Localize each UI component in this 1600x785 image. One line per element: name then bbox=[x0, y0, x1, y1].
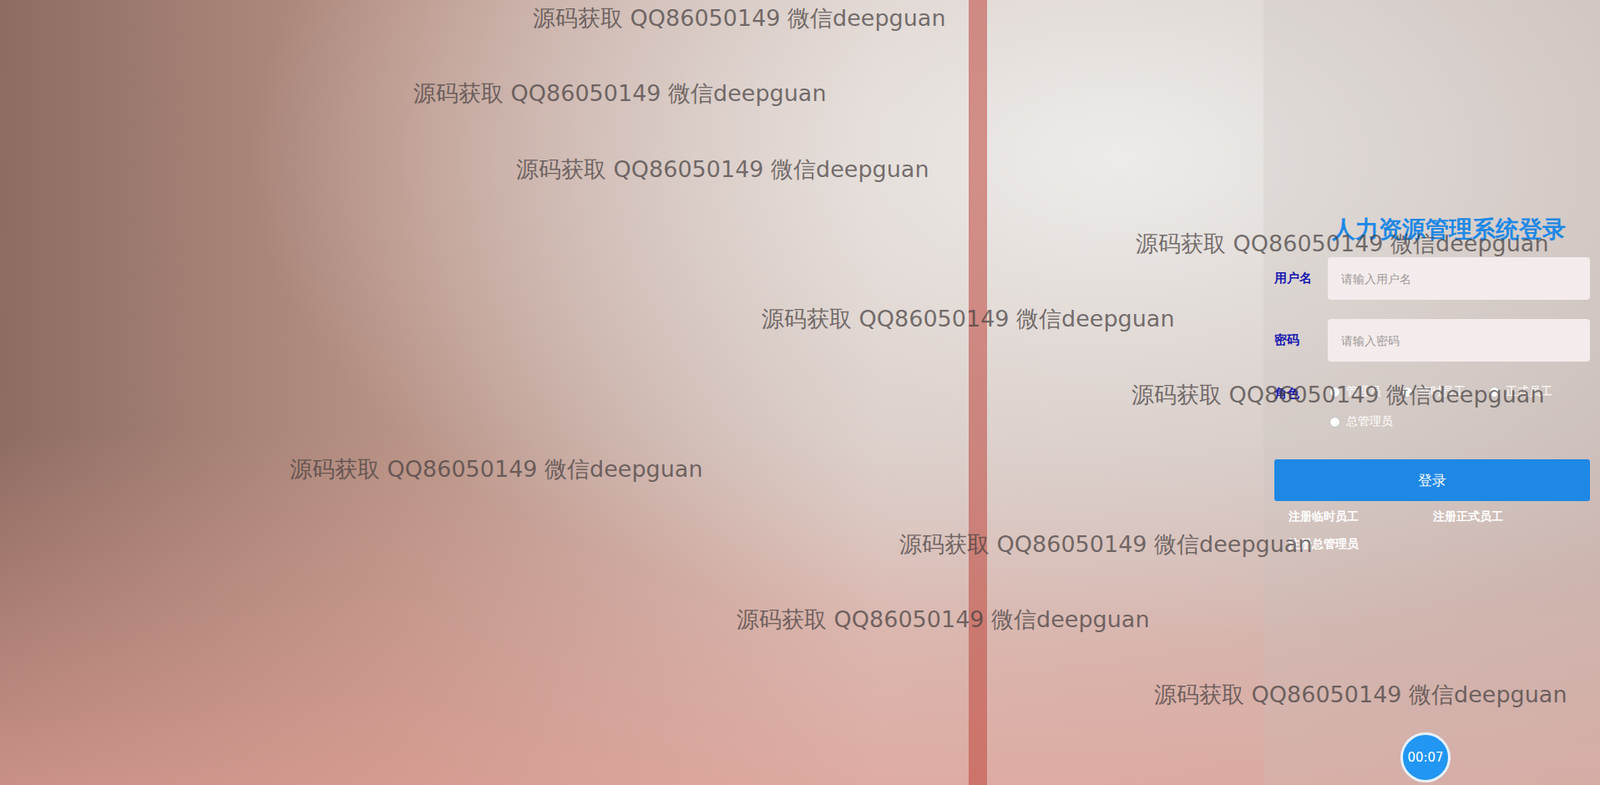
role-option[interactable]: 管理员 bbox=[1329, 384, 1403, 400]
login-title: 人力资源管理系统登录 bbox=[1274, 213, 1590, 246]
watermark: 源码获取 QQ86050149 微信deepguan bbox=[1154, 683, 1568, 706]
role-option[interactable]: 总管理员 bbox=[1329, 414, 1403, 430]
form-row: 密码 bbox=[1274, 318, 1590, 362]
role-options: 管理员 临时员工 正式员工总管理员 bbox=[1327, 384, 1590, 430]
register-link[interactable]: 注册正式员工 bbox=[1432, 509, 1578, 525]
radio-button[interactable] bbox=[1329, 386, 1341, 398]
watermark: 源码获取 QQ86050149 微信deepguan bbox=[1131, 383, 1545, 406]
watermark-layer: 源码获取 QQ86050149 微信deepguan 源码获取 QQ8605014… bbox=[0, 0, 1600, 785]
username-input[interactable] bbox=[1327, 257, 1590, 300]
field-label: 密码 bbox=[1274, 332, 1328, 349]
role-option-label: 正式员工 bbox=[1505, 384, 1553, 400]
role-row: 角色 管理员 临时员工 正式员工总管理员 bbox=[1274, 384, 1590, 430]
role-option[interactable]: 临时员工 bbox=[1402, 384, 1489, 400]
watermark: 源码获取 QQ86050149 微信deepguan bbox=[761, 307, 1175, 330]
role-option-label: 总管理员 bbox=[1346, 414, 1393, 430]
radio-button[interactable] bbox=[1329, 416, 1341, 428]
role-option[interactable]: 正式员工 bbox=[1488, 384, 1581, 400]
form-row: 用户名 bbox=[1274, 257, 1590, 300]
radio-button[interactable] bbox=[1402, 386, 1413, 398]
role-label: 角色 bbox=[1274, 384, 1328, 402]
role-option-label: 管理员 bbox=[1346, 384, 1382, 400]
register-link[interactable]: 注册总管理员 bbox=[1288, 536, 1433, 552]
watermark: 源码获取 QQ86050149 微信deepguan bbox=[413, 81, 827, 105]
watermark: 源码获取 QQ86050149 微信deepguan bbox=[532, 6, 947, 30]
role-option-label: 临时员工 bbox=[1418, 384, 1466, 400]
register-link[interactable]: 注册临时员工 bbox=[1288, 509, 1433, 525]
watermark: 源码获取 QQ86050149 微信deepguan bbox=[899, 532, 1313, 556]
watermark: 源码获取 QQ86050149 微信deepguan bbox=[289, 457, 704, 481]
background-photo bbox=[0, 0, 1264, 785]
watermark: 源码获取 QQ86050149 微信deepguan bbox=[516, 157, 930, 181]
login-panel: 人力资源管理系统登录用户名密码角色管理员临时员工正式员工总管理员登录注册临时员工… bbox=[1263, 0, 1600, 785]
watermark: 源码获取 QQ86050149 微信deepguan bbox=[736, 607, 1150, 631]
register-links: 注册临时员工注册正式员工注册总管理员 bbox=[1274, 501, 1590, 552]
field-label: 用户名 bbox=[1274, 270, 1328, 287]
login-button[interactable]: 登录 bbox=[1274, 459, 1590, 502]
watermark: 源码获取 QQ86050149 微信deepguan bbox=[1135, 232, 1550, 255]
password-input[interactable] bbox=[1327, 318, 1590, 362]
login-page: 人力资源管理系统登录用户名密码角色管理员临时员工正式员工总管理员登录注册临时员工… bbox=[0, 0, 1600, 785]
radio-button[interactable] bbox=[1488, 386, 1500, 398]
timer-badge: 00:07 bbox=[1400, 732, 1451, 783]
